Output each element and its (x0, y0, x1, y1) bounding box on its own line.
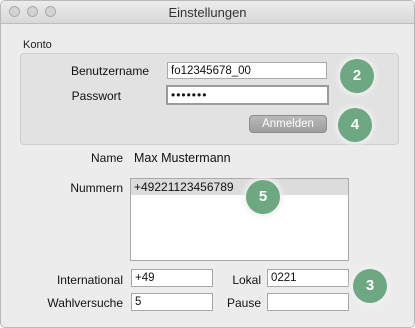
numbers-label: Nummern (70, 181, 123, 195)
local-field[interactable]: 0221 (267, 269, 349, 287)
retries-label: Wahlversuche (47, 296, 123, 310)
name-label: Name (90, 151, 123, 165)
password-label: Passwort (71, 89, 121, 103)
title-bar[interactable]: Einstellungen (1, 1, 414, 24)
login-button[interactable]: Anmelden (249, 115, 327, 133)
numbers-list[interactable]: +49221123456789 (130, 178, 349, 261)
settings-window: Einstellungen Konto Benutzername fo12345… (0, 0, 415, 328)
account-section-label: Konto (23, 39, 52, 51)
username-label: Benutzername (70, 64, 149, 78)
international-label: International (56, 273, 123, 287)
pause-field[interactable] (267, 293, 349, 311)
password-field[interactable]: ••••••• (166, 85, 329, 105)
username-field[interactable]: fo12345678_00 (167, 62, 327, 79)
window-title: Einstellungen (168, 5, 247, 20)
local-label: Lokal (232, 273, 261, 287)
callout-badge-2: 2 (340, 59, 374, 93)
callout-badge-3: 3 (353, 269, 387, 303)
name-value: Max Mustermann (134, 151, 231, 165)
numbers-list-item[interactable]: +49221123456789 (131, 179, 348, 195)
callout-badge-4: 4 (338, 108, 372, 142)
pause-label: Pause (226, 296, 261, 310)
callout-badge-5: 5 (246, 180, 280, 214)
